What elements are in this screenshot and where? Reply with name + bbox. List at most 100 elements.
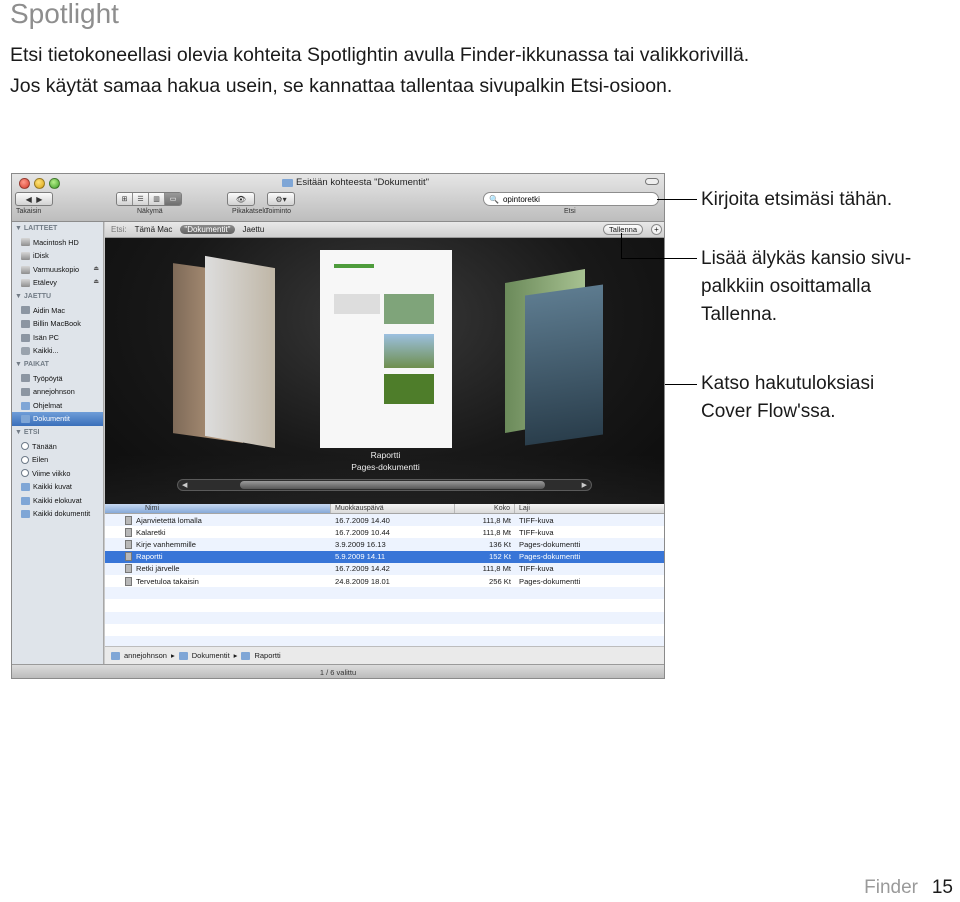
- coverflow-photo-right[interactable]: [525, 284, 603, 446]
- path-item[interactable]: Raportti: [254, 651, 280, 660]
- coverflow-photo-left-2[interactable]: [205, 255, 275, 449]
- icon-view-icon[interactable]: ⊞: [117, 193, 133, 205]
- file-size: 111,8 Mt: [482, 564, 511, 574]
- sidebar-item-label: Etälevy: [33, 278, 57, 288]
- sidebar-item[interactable]: Billin MacBook: [12, 317, 103, 331]
- column-name[interactable]: Nimi: [105, 504, 331, 513]
- sidebar-item[interactable]: Isän PC: [12, 331, 103, 345]
- sidebar-item-label: Ohjelmat: [33, 400, 63, 410]
- sidebar-item-label: Billin MacBook: [33, 319, 81, 329]
- file-row[interactable]: Retki järvelle 16.7.2009 14.42 111,8 Mt TIF…: [105, 562, 664, 575]
- scroll-left-icon[interactable]: ◀: [182, 481, 187, 489]
- close-button[interactable]: [19, 178, 30, 189]
- quicklook-button[interactable]: 👁: [227, 192, 255, 206]
- sidebar-item-label: Varmuuskopio: [33, 264, 80, 274]
- sidebar-item[interactable]: Etälevy ⏏: [12, 276, 103, 290]
- scope-shared[interactable]: Jaettu: [243, 225, 265, 234]
- file-row[interactable]: Raportti 5.9.2009 14.11 152 Kt Pages-dokume…: [105, 550, 664, 563]
- eject-icon[interactable]: ⏏: [93, 263, 99, 277]
- folder-icon: [282, 178, 293, 187]
- coverflow-scrollbar[interactable]: ◀ ▶: [177, 479, 592, 491]
- smart-folder-icon: [21, 510, 30, 519]
- clock-icon: [21, 442, 29, 451]
- file-icon: [125, 527, 132, 537]
- sidebar-item[interactable]: Kaikki dokumentit: [12, 507, 103, 521]
- minimize-button[interactable]: [34, 178, 45, 189]
- empty-row: [105, 587, 664, 600]
- file-row[interactable]: Kirje vanhemmille 3.9.2009 16.13 136 Kt Pag…: [105, 538, 664, 551]
- toolbar-toggle-button[interactable]: [645, 178, 659, 185]
- page-heading: Spotlight: [10, 0, 119, 29]
- sidebar-item-label: iDisk: [33, 251, 49, 261]
- sidebar-item[interactable]: Kaikki kuvat: [12, 480, 103, 494]
- column-kind[interactable]: Laji: [515, 504, 664, 513]
- column-view-icon[interactable]: ▥: [149, 193, 165, 205]
- coverflow-view[interactable]: Raportti Pages-dokumentti ◀ ▶: [105, 238, 664, 504]
- sidebar-item[interactable]: Työpöytä: [12, 372, 103, 386]
- search-label: Etsi: [564, 208, 576, 215]
- file-date: 24.8.2009 18.01: [335, 576, 390, 586]
- doc-title-bar: [334, 264, 374, 268]
- sidebar-item[interactable]: Viime viikko: [12, 467, 103, 481]
- column-date[interactable]: Muokkauspäivä: [331, 504, 455, 513]
- forward-arrow-icon[interactable]: ▶: [36, 195, 42, 204]
- sidebar-item[interactable]: Ohjelmat: [12, 399, 103, 413]
- file-row[interactable]: Tervetuloa takaisin 24.8.2009 18.01 256 Kt…: [105, 575, 664, 587]
- window-title: Esitään kohteesta "Dokumentit": [282, 177, 429, 188]
- file-row[interactable]: Ajanvietettä lomalla 16.7.2009 14.40 111,8…: [105, 514, 664, 527]
- sidebar-item[interactable]: Kaikki...: [12, 344, 103, 358]
- magnifier-icon: 🔍: [489, 194, 499, 204]
- sidebar-item[interactable]: Macintosh HD: [12, 236, 103, 250]
- coverflow-selected-document[interactable]: [320, 250, 452, 448]
- footer-section: Finder: [864, 877, 918, 898]
- sidebar-section-header[interactable]: ▼ JAETTU: [12, 290, 103, 304]
- back-forward-buttons[interactable]: ◀ ▶: [15, 192, 53, 206]
- sidebar-section-header[interactable]: ▼ LAITTEET: [12, 222, 103, 236]
- zoom-button[interactable]: [49, 178, 60, 189]
- scope-this-mac[interactable]: Tämä Mac: [135, 225, 173, 234]
- sidebar-item[interactable]: Dokumentit: [12, 412, 103, 426]
- finder-window: Esitään kohteesta "Dokumentit" ◀ ▶ Takai…: [11, 173, 665, 679]
- callout-line-coverflow: [665, 384, 697, 385]
- list-view-icon[interactable]: ☰: [133, 193, 149, 205]
- sidebar-item-label: Viime viikko: [32, 468, 71, 478]
- file-size: 152 Kt: [489, 552, 511, 562]
- back-arrow-icon[interactable]: ◀: [26, 195, 32, 204]
- path-item[interactable]: Dokumentit: [192, 651, 230, 660]
- file-name-cell: Kirje vanhemmille: [105, 539, 331, 549]
- column-size[interactable]: Koko: [455, 504, 515, 513]
- scroll-right-icon[interactable]: ▶: [582, 481, 587, 489]
- file-name-cell: Kalaretki: [105, 527, 331, 537]
- sidebar-item[interactable]: Aidin Mac: [12, 304, 103, 318]
- coverflow-scroll-thumb[interactable]: [240, 481, 545, 489]
- quicklook-label: Pikakatselu: [232, 208, 268, 215]
- file-icon: [125, 576, 132, 586]
- action-button[interactable]: ⚙▾: [267, 192, 295, 206]
- search-field[interactable]: 🔍: [483, 192, 659, 206]
- sidebar-item[interactable]: Tänään: [12, 440, 103, 454]
- sidebar-item[interactable]: annejohnson: [12, 385, 103, 399]
- sidebar-item[interactable]: Kaikki elokuvat: [12, 494, 103, 508]
- search-input[interactable]: [502, 194, 643, 204]
- sidebar-item-label: Macintosh HD: [33, 237, 79, 247]
- sidebar-section-header[interactable]: ▼ ETSI: [12, 426, 103, 440]
- sidebar-item[interactable]: iDisk: [12, 249, 103, 263]
- file-kind: TIFF-kuva: [519, 515, 554, 525]
- scope-documents[interactable]: "Dokumentit": [180, 225, 235, 234]
- doc-map-image: [384, 294, 434, 324]
- sidebar-item[interactable]: Varmuuskopio ⏏: [12, 263, 103, 277]
- path-item[interactable]: annejohnson: [124, 651, 167, 660]
- callout-coverflow: Katso hakutuloksiasi Cover Flow'ssa.: [701, 373, 875, 422]
- empty-row: [105, 611, 664, 624]
- coverflow-view-icon[interactable]: ▭: [165, 193, 181, 205]
- file-row[interactable]: Kalaretki 16.7.2009 10.44 111,8 Mt TIFF-kuv…: [105, 526, 664, 538]
- file-size: 111,8 Mt: [482, 527, 511, 537]
- eject-icon[interactable]: ⏏: [93, 276, 99, 290]
- sidebar-item-label: Eilen: [32, 455, 49, 465]
- save-search-button[interactable]: Tallenna: [603, 224, 643, 235]
- file-list: Nimi Muokkauspäivä Koko Laji Ajanvietett…: [105, 504, 664, 649]
- view-buttons[interactable]: ⊞ ☰ ▥ ▭: [116, 192, 182, 206]
- add-criteria-button[interactable]: +: [651, 224, 662, 235]
- sidebar-section-header[interactable]: ▼ PAIKAT: [12, 358, 103, 372]
- sidebar-item[interactable]: Eilen: [12, 453, 103, 467]
